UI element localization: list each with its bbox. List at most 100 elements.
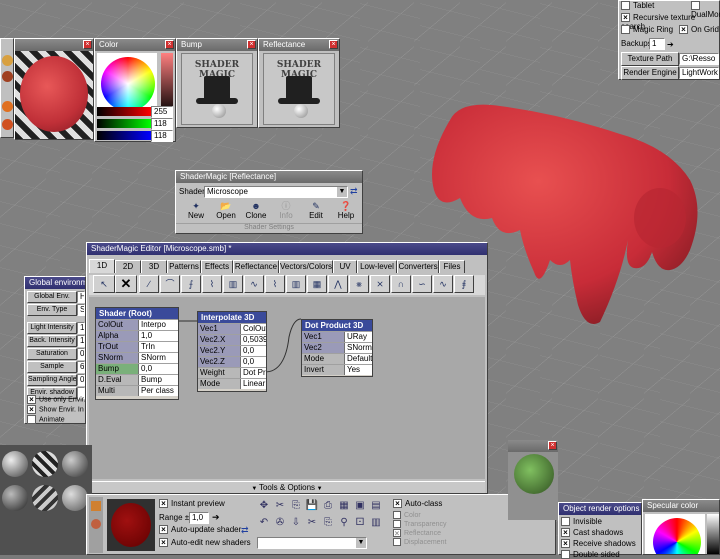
tab-files[interactable]: Files [439,260,465,273]
instant-preview-checkbox[interactable]: × [159,499,168,509]
global-env-check-1[interactable]: × Show Envir. In [27,405,84,414]
chevron-down-icon[interactable]: ▼ [337,187,347,197]
render-engine-value[interactable]: LightWorks [679,67,719,79]
node-port-value[interactable]: Interpo [138,320,178,330]
dialog-help-button[interactable]: ❓ Help [332,201,360,223]
tab-1d[interactable]: 1D [89,259,115,273]
tool-icon[interactable]: ⎙ [321,499,335,513]
material-sphere-icon[interactable] [62,485,88,511]
node-row[interactable]: Vec2.X 0,5039 [198,334,266,345]
close-icon[interactable]: × [165,40,174,49]
curve-preset-icon[interactable]: ∿ [433,275,453,293]
delete-x-icon[interactable]: ✕ [115,275,137,293]
tab-low-level[interactable]: Low-level [357,260,397,273]
curve-preset-icon[interactable]: ⌇ [265,275,285,293]
tool-icon[interactable]: ▣ [353,499,367,513]
texture-path-button[interactable]: Texture Path [621,52,679,66]
close-icon[interactable]: × [83,40,92,49]
material-sphere-icon[interactable] [62,451,88,477]
close-icon[interactable]: × [329,40,338,49]
dialog-info-button[interactable]: ⓘ Info [272,201,300,223]
global-env-3-value[interactable]: 1 [77,335,85,347]
curve-preset-icon[interactable]: ∩ [391,275,411,293]
green-slider[interactable] [97,119,151,128]
magic-ring-checkbox[interactable] [621,25,630,35]
range-input[interactable]: 1,0 [189,512,209,524]
class-item[interactable]: Displacement [393,538,446,546]
backups-input[interactable]: 1 [649,38,665,50]
node-row[interactable]: ColOut Interpo [96,319,178,330]
node-row[interactable]: TrOut TrIn [96,341,178,352]
global-env-checkbox[interactable] [27,415,36,424]
tool-icon[interactable]: ↶ [257,516,271,530]
tab-3d[interactable]: 3D [141,260,167,273]
blue-value[interactable]: 118 [151,130,173,142]
tab-patterns[interactable]: Patterns [167,260,201,273]
node-port-value[interactable]: URay [344,332,372,342]
auto-class-checkbox[interactable]: × [393,499,402,509]
node-port-value[interactable]: 0,0 [138,364,178,374]
global-env-checkbox[interactable]: × [27,395,36,404]
material-sphere-icon[interactable] [2,119,13,130]
class-item[interactable]: × Reflectance [393,529,441,538]
on-grid-option[interactable]: × On Grid [679,25,719,35]
global-env-check-2[interactable]: Animate [27,415,65,424]
curve-preset-icon[interactable]: ▥ [286,275,306,293]
sphere-icon[interactable] [91,519,101,529]
render-engine-button[interactable]: Render Engine [621,66,679,80]
node-port-value[interactable]: 1,0 [138,331,178,341]
global-env-1-value[interactable]: S [77,304,85,316]
material-sphere-icon[interactable] [2,485,28,511]
material-icon[interactable] [91,501,101,511]
node-port-value[interactable]: SNorm [138,353,178,363]
dialog-edit-button[interactable]: ✎ Edit [302,201,330,223]
tool-icon[interactable]: ⚲ [337,516,351,530]
auto-class-option[interactable]: × Auto-class [393,499,442,509]
dualmon-checkbox[interactable] [691,1,700,11]
tool-icon[interactable]: ⇩ [289,516,303,530]
material-sphere-icon[interactable] [2,101,13,112]
tool-icon[interactable]: ✂ [273,499,287,513]
curve-preset-icon[interactable]: ⨯ [370,275,390,293]
object-render-item[interactable]: × Cast shadows [561,528,623,538]
class-item-checkbox[interactable] [393,538,401,546]
tool-icon[interactable]: ▥ [369,516,383,530]
node-row[interactable]: Vec2 SNorm [302,342,372,353]
dialog-new-button[interactable]: ✦ New [182,201,210,223]
node-row[interactable]: Alpha 1,0 [96,330,178,341]
select-arrow-icon[interactable]: ↖ [93,275,115,293]
blue-slider[interactable] [97,131,151,140]
global-env-3-label[interactable]: Back. Intensity [27,335,77,347]
material-sphere-icon[interactable] [2,55,13,66]
node-port-value[interactable]: Linear [240,379,266,389]
texture-path-input[interactable]: G:\Resso [679,53,719,65]
tab-vectors-colors[interactable]: Vectors/Colors [279,260,333,273]
tab-uv[interactable]: UV [333,260,357,273]
dot-product-3d-node[interactable]: Dot Product 3D Vec1 URay Vec2 SNorm Mode Defau… [301,319,373,377]
red-slider[interactable] [97,107,151,116]
node-row[interactable]: Bump 0,0 [96,363,178,374]
refresh-icon[interactable]: ⇄ [241,525,249,536]
magic-ring-option[interactable]: Magic Ring [621,25,673,35]
curve-preset-icon[interactable]: ▥ [223,275,243,293]
global-env-5-value[interactable]: 6 [77,361,85,373]
node-row[interactable]: Mode Default [302,353,372,364]
recursive-texture-checkbox[interactable]: × [621,13,630,23]
curve-preset-icon[interactable]: ⌇ [202,275,222,293]
specular-brightness-slider[interactable] [707,514,719,554]
auto-edit-checkbox[interactable]: × [159,538,168,548]
object-render-item[interactable]: × Receive shadows [561,539,636,549]
tab-reflectance[interactable]: Reflectance [233,260,279,273]
global-env-6-label[interactable]: Sampling Angle [27,374,77,386]
node-title[interactable]: Dot Product 3D [302,320,372,331]
range-arrow-icon[interactable]: ➔ [212,512,220,523]
node-row[interactable]: Vec1 URay [302,331,372,342]
curve-preset-icon[interactable]: ▦ [307,275,327,293]
instant-preview-option[interactable]: × Instant preview [159,499,225,509]
node-port-value[interactable]: TrIn [138,342,178,352]
tools-options-bar[interactable]: ▼ Tools & Options ▼ [89,481,485,493]
node-port-value[interactable]: Per class [138,386,178,396]
on-grid-checkbox[interactable]: × [679,25,688,35]
node-port-value[interactable]: Yes [344,365,372,375]
tool-icon[interactable]: ✇ [273,516,287,530]
